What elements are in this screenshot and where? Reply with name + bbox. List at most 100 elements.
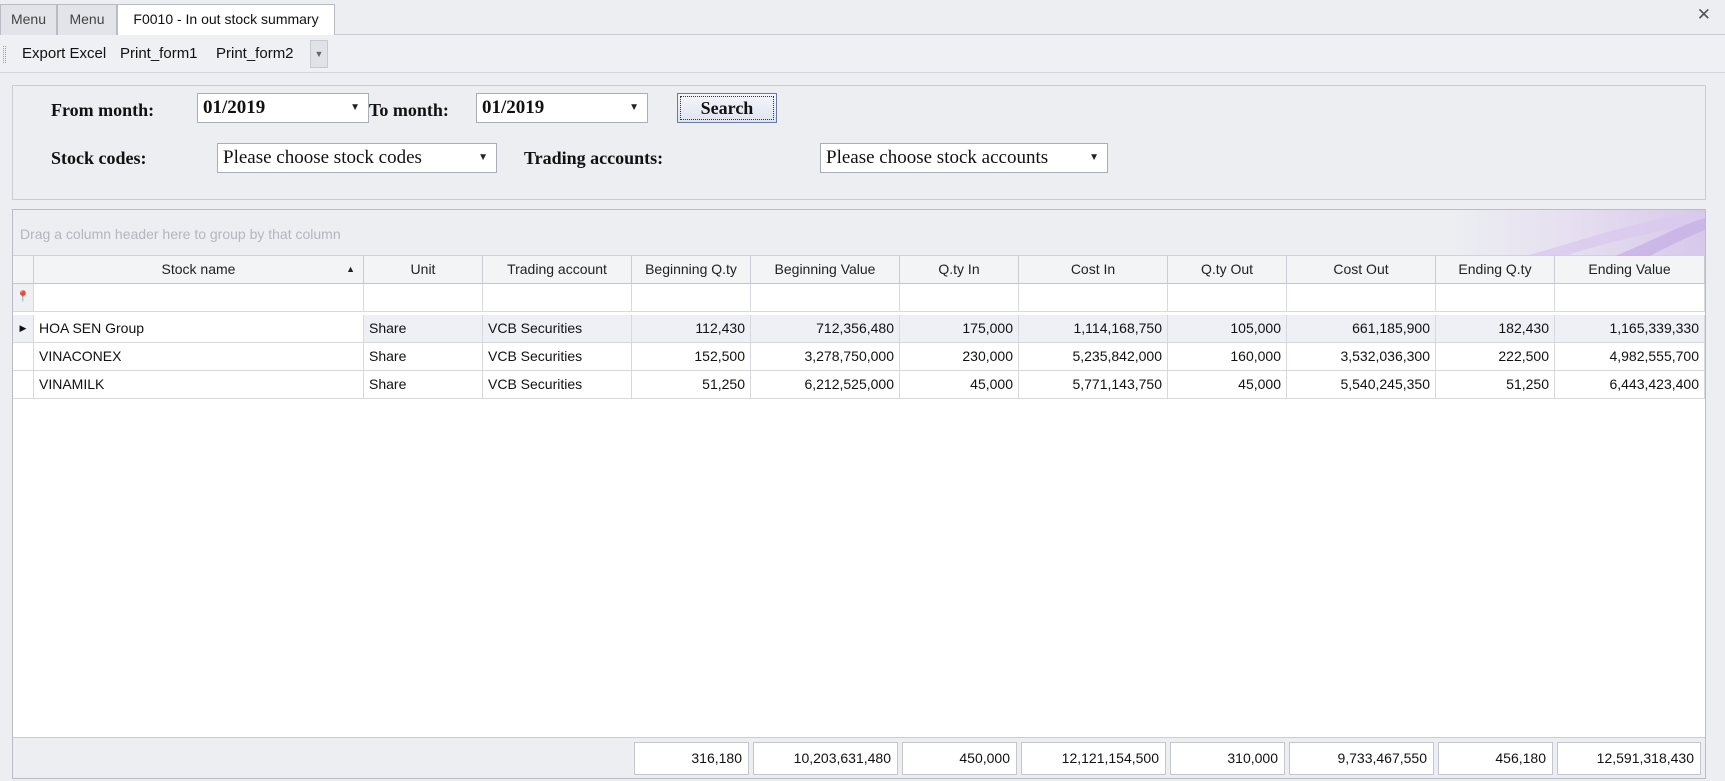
trading-accounts-placeholder: Please choose stock accounts [826,147,1049,168]
cell-cost-in[interactable]: 5,771,143,750 [1019,371,1168,399]
cell-unit[interactable]: Share [364,371,483,399]
toolbar-grip-icon[interactable] [3,46,6,63]
cell-ending-qty[interactable]: 222,500 [1436,343,1555,371]
filter-cell-qty-in[interactable] [900,284,1019,312]
cell-qty-out[interactable]: 160,000 [1168,343,1287,371]
cell-unit[interactable]: Share [364,343,483,371]
filter-cell-cost-in[interactable] [1019,284,1168,312]
cell-qty-in[interactable]: 45,000 [900,371,1019,399]
group-by-panel[interactable]: Drag a column header here to group by th… [13,210,1705,256]
cell-beginning-qty[interactable]: 51,250 [632,371,751,399]
grid-header-row: Stock name ▲ Unit Trading account Beginn… [13,256,1705,284]
tab-menu-1[interactable]: Menu [0,4,57,35]
chevron-down-icon[interactable]: ▼ [350,94,360,122]
cell-beginning-qty[interactable]: 152,500 [632,343,751,371]
filter-cell-ending-qty[interactable] [1436,284,1555,312]
tab-in-out-stock-summary[interactable]: F0010 - In out stock summary [117,4,335,36]
group-by-hint: Drag a column header here to group by th… [20,226,341,242]
header-indicator [13,256,34,284]
total-qty-in: 450,000 [902,742,1017,775]
stock-codes-select[interactable]: Please choose stock codes ▼ [217,143,497,173]
cell-ending-value[interactable]: 4,982,555,700 [1555,343,1705,371]
print-form2-button[interactable]: Print_form2 [216,44,294,64]
cell-unit[interactable]: Share [364,315,483,343]
filter-cell-trading-account[interactable] [483,284,632,312]
filter-panel: From month: 01/2019 ▼ To month: 01/2019 … [12,85,1706,200]
cell-stock-name[interactable]: VINAMILK [34,371,364,399]
column-header-beginning-value[interactable]: Beginning Value [751,256,900,284]
cell-beginning-value[interactable]: 6,212,525,000 [751,371,900,399]
total-cost-out: 9,733,467,550 [1289,742,1434,775]
filter-cell-qty-out[interactable] [1168,284,1287,312]
filter-cell-beginning-qty[interactable] [632,284,751,312]
cell-cost-out[interactable]: 3,532,036,300 [1287,343,1436,371]
cell-cost-in[interactable]: 5,235,842,000 [1019,343,1168,371]
total-ending-qty: 456,180 [1438,742,1553,775]
column-header-unit[interactable]: Unit [364,256,483,284]
cell-ending-qty[interactable]: 51,250 [1436,371,1555,399]
cell-cost-in[interactable]: 1,114,168,750 [1019,315,1168,343]
export-excel-button[interactable]: Export Excel [22,44,106,64]
table-row[interactable]: VINAMILK Share VCB Securities 51,250 6,2… [13,371,1705,399]
chevron-down-icon[interactable]: ▼ [629,94,639,122]
tab-menu-2[interactable]: Menu [57,4,117,35]
cell-ending-value[interactable]: 6,443,423,400 [1555,371,1705,399]
column-header-label: Stock name [161,261,236,277]
column-header-cost-out[interactable]: Cost Out [1287,256,1436,284]
column-header-qty-in[interactable]: Q.ty In [900,256,1019,284]
row-indicator [13,371,34,399]
table-row[interactable]: ▶ HOA SEN Group Share VCB Securities 112… [13,315,1705,343]
cell-qty-out[interactable]: 105,000 [1168,315,1287,343]
cell-cost-out[interactable]: 5,540,245,350 [1287,371,1436,399]
cell-stock-name[interactable]: VINACONEX [34,343,364,371]
sort-ascending-icon: ▲ [346,264,355,274]
column-header-cost-in[interactable]: Cost In [1019,256,1168,284]
total-beginning-qty: 316,180 [634,742,749,775]
decorative-swoosh-icon [1525,212,1705,256]
row-focus-indicator-icon: ▶ [13,315,34,343]
table-row[interactable]: VINACONEX Share VCB Securities 152,500 3… [13,343,1705,371]
total-qty-out: 310,000 [1170,742,1285,775]
column-header-trading-account[interactable]: Trading account [483,256,632,284]
cell-beginning-value[interactable]: 3,278,750,000 [751,343,900,371]
cell-qty-in[interactable]: 175,000 [900,315,1019,343]
trading-accounts-select[interactable]: Please choose stock accounts ▼ [820,143,1108,173]
filter-cell-beginning-value[interactable] [751,284,900,312]
to-month-label: To month: [369,100,449,120]
from-month-select[interactable]: 01/2019 ▼ [197,93,369,123]
cell-cost-out[interactable]: 661,185,900 [1287,315,1436,343]
filter-pin-icon: 📍 [13,284,34,312]
cell-trading-account[interactable]: VCB Securities [483,343,632,371]
stock-codes-placeholder: Please choose stock codes [223,147,422,168]
filter-cell-cost-out[interactable] [1287,284,1436,312]
close-icon[interactable]: ✕ [1697,5,1711,25]
cell-qty-out[interactable]: 45,000 [1168,371,1287,399]
cell-beginning-qty[interactable]: 112,430 [632,315,751,343]
column-header-qty-out[interactable]: Q.ty Out [1168,256,1287,284]
print-form1-button[interactable]: Print_form1 [120,44,198,64]
row-indicator [13,343,34,371]
cell-qty-in[interactable]: 230,000 [900,343,1019,371]
total-beginning-value: 10,203,631,480 [753,742,898,775]
column-header-ending-qty[interactable]: Ending Q.ty [1436,256,1555,284]
filter-cell-unit[interactable] [364,284,483,312]
cell-ending-qty[interactable]: 182,430 [1436,315,1555,343]
filter-cell-stock-name[interactable] [34,284,364,312]
cell-trading-account[interactable]: VCB Securities [483,371,632,399]
total-cost-in: 12,121,154,500 [1021,742,1166,775]
cell-stock-name[interactable]: HOA SEN Group [34,315,364,343]
cell-trading-account[interactable]: VCB Securities [483,315,632,343]
column-header-ending-value[interactable]: Ending Value [1555,256,1705,284]
column-header-beginning-qty[interactable]: Beginning Q.ty [632,256,751,284]
chevron-down-icon[interactable]: ▼ [478,144,488,172]
to-month-select[interactable]: 01/2019 ▼ [476,93,648,123]
toolbar: Export Excel Print_form1 Print_form2 ▼ [0,35,1725,73]
filter-cell-ending-value[interactable] [1555,284,1705,312]
cell-beginning-value[interactable]: 712,356,480 [751,315,900,343]
auto-filter-row: 📍 [13,284,1705,312]
column-header-stock-name[interactable]: Stock name ▲ [34,256,364,284]
chevron-down-icon[interactable]: ▼ [1089,144,1099,172]
cell-ending-value[interactable]: 1,165,339,330 [1555,315,1705,343]
toolbar-overflow-chevron-icon[interactable]: ▼ [310,40,328,68]
search-button[interactable]: Search [677,93,777,123]
